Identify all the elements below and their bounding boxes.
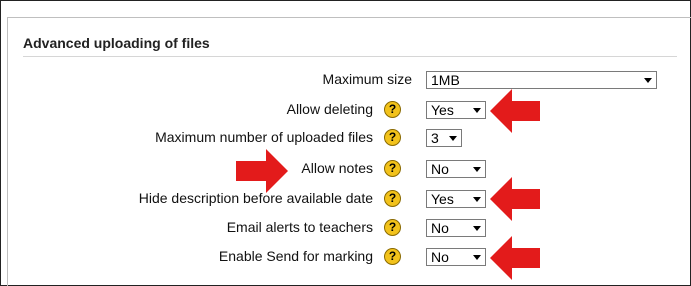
chevron-down-icon (473, 226, 481, 231)
enable-send-label: Enable Send for marking (218, 248, 373, 264)
email-alerts-value: No (431, 220, 449, 236)
hide-description-value: Yes (431, 191, 454, 207)
chevron-down-icon (473, 255, 481, 260)
help-icon[interactable]: ? (384, 248, 401, 265)
chevron-down-icon (473, 108, 481, 113)
enable-send-select[interactable]: No (426, 248, 486, 266)
email-alerts-select[interactable]: No (426, 219, 486, 237)
fieldset-left-border (7, 17, 8, 286)
allow-deleting-value: Yes (431, 102, 454, 118)
chevron-down-icon (449, 136, 457, 141)
allow-deleting-label: Allow deleting (286, 101, 373, 117)
max-size-label: Maximum size (322, 71, 412, 87)
max-files-label: Maximum number of uploaded files (155, 129, 373, 145)
max-size-value: 1MB (431, 72, 460, 88)
chevron-down-icon (473, 167, 481, 172)
section-title: Advanced uploading of files (23, 35, 210, 51)
allow-notes-select[interactable]: No (426, 160, 486, 178)
red-arrow-icon (490, 177, 540, 221)
allow-notes-label: Allow notes (301, 160, 373, 176)
red-arrow-icon (490, 236, 540, 280)
red-arrow-icon (490, 89, 540, 133)
max-files-value: 3 (431, 130, 439, 146)
help-icon[interactable]: ? (384, 101, 401, 118)
allow-notes-value: No (431, 161, 449, 177)
max-size-select[interactable]: 1MB (426, 71, 657, 89)
max-files-select[interactable]: 3 (426, 129, 462, 147)
help-icon[interactable]: ? (384, 129, 401, 146)
fieldset-top-border (7, 17, 691, 18)
help-icon[interactable]: ? (384, 160, 401, 177)
help-icon[interactable]: ? (384, 190, 401, 207)
allow-deleting-select[interactable]: Yes (426, 101, 486, 119)
help-icon[interactable]: ? (384, 219, 401, 236)
chevron-down-icon (644, 78, 652, 83)
red-arrow-icon (236, 149, 288, 193)
hide-description-select[interactable]: Yes (426, 190, 486, 208)
chevron-down-icon (473, 197, 481, 202)
enable-send-value: No (431, 249, 449, 265)
section-divider (23, 56, 677, 57)
email-alerts-label: Email alerts to teachers (226, 219, 373, 235)
